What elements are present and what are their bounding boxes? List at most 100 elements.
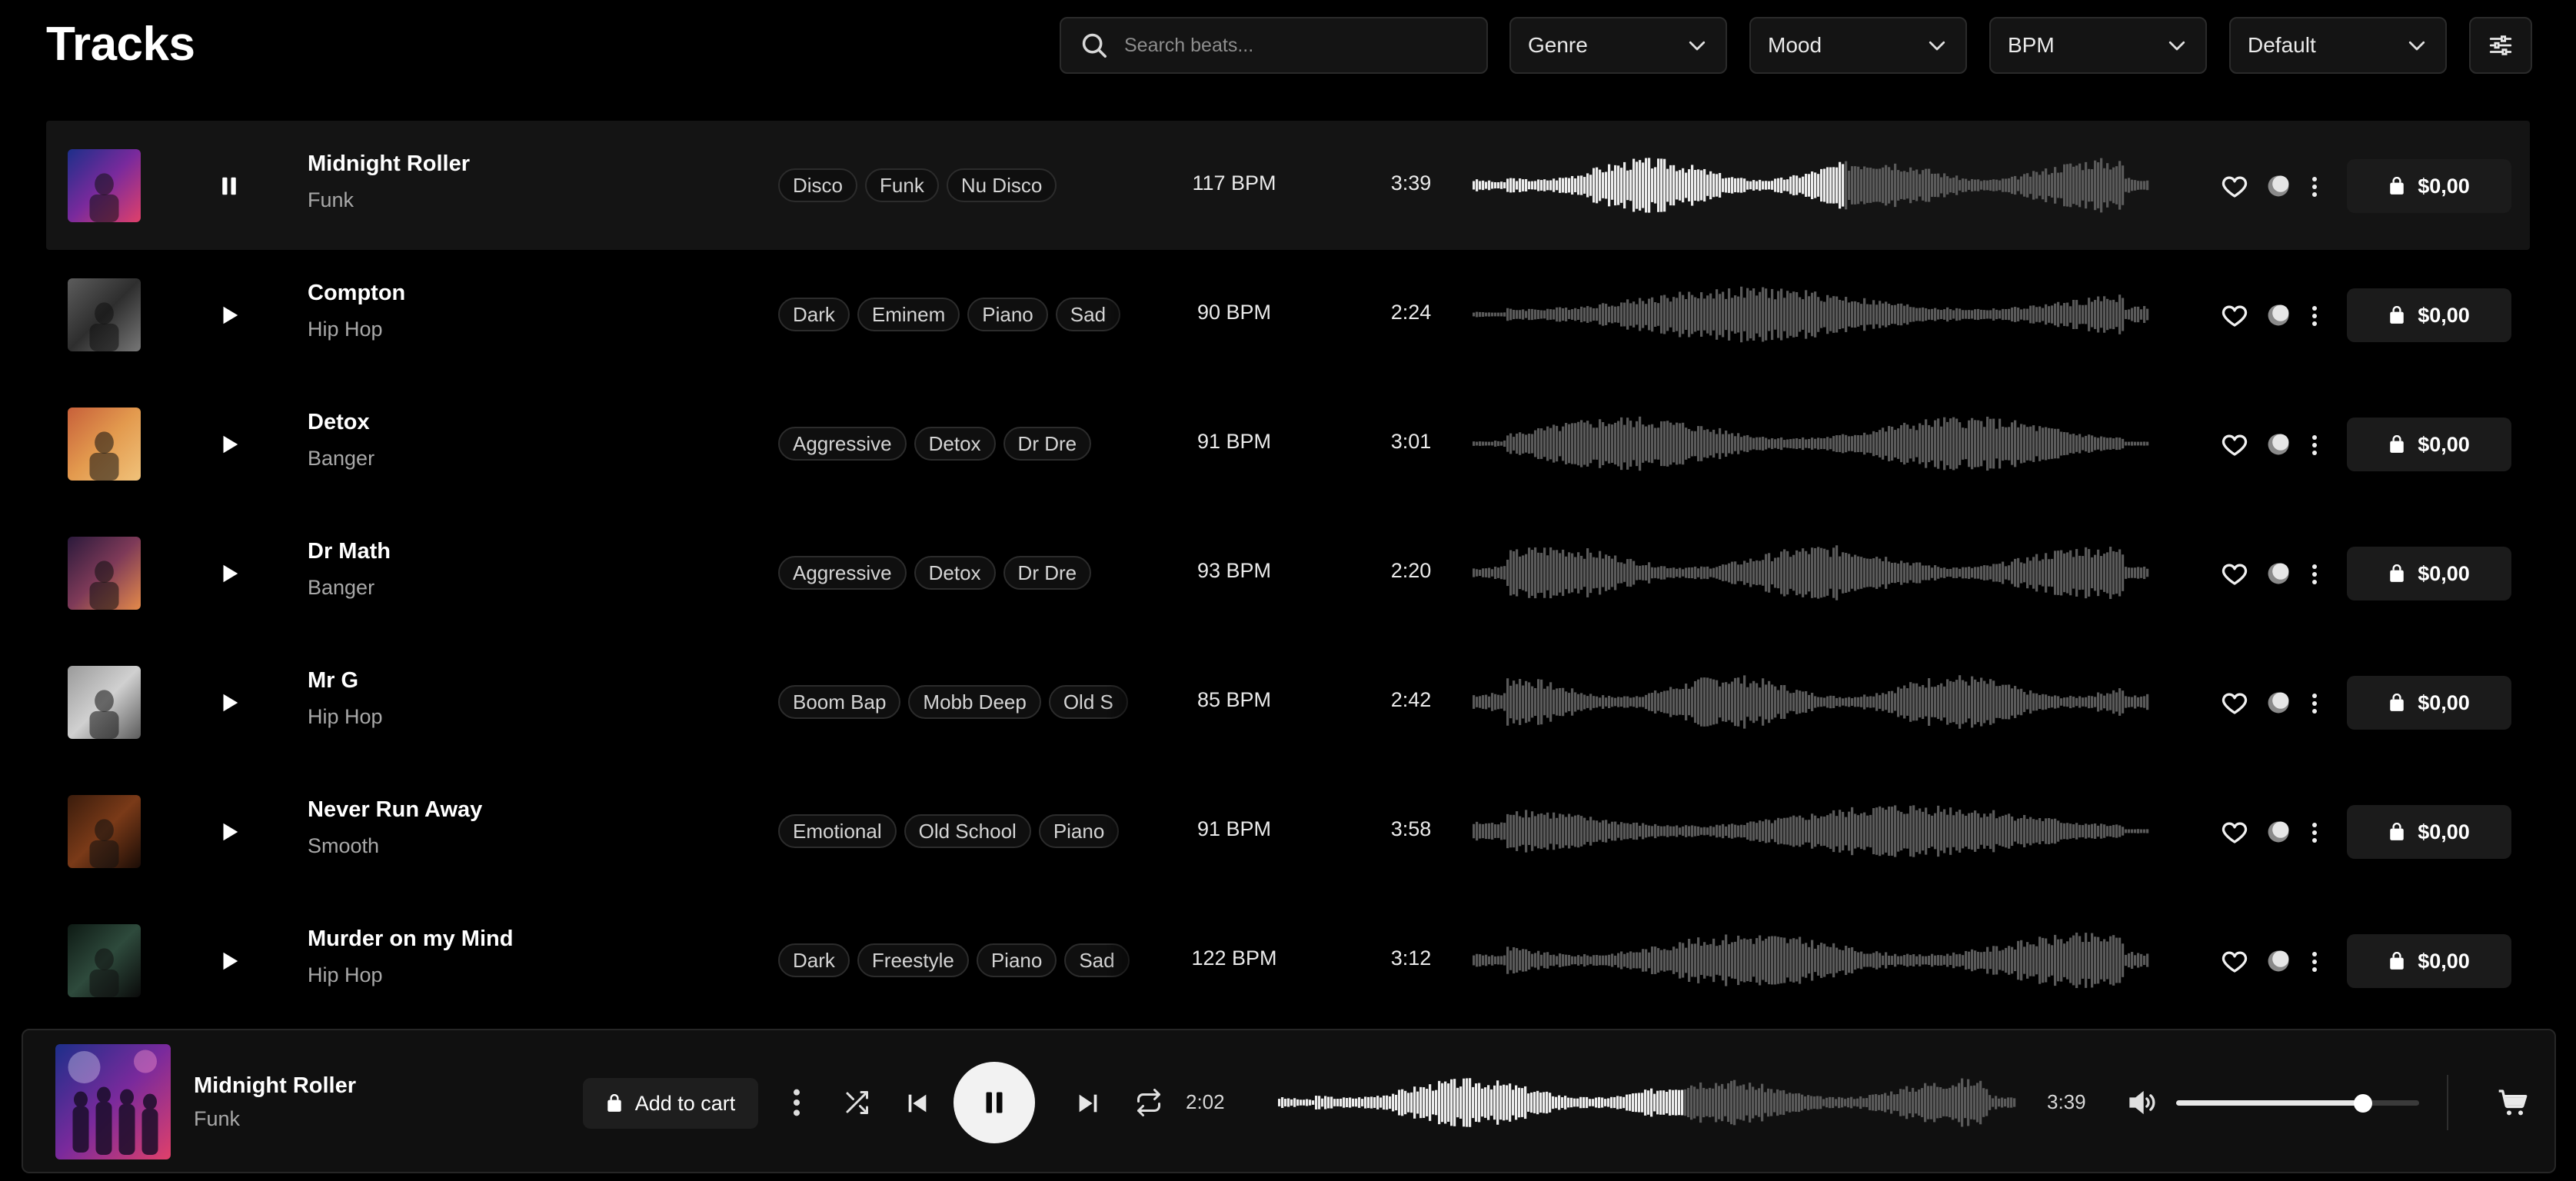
tag[interactable]: Old School — [904, 814, 1031, 848]
tag[interactable]: Mobb Deep — [908, 685, 1041, 719]
tag[interactable]: Detox — [914, 427, 996, 461]
volume-slider[interactable] — [2176, 1094, 2419, 1113]
player-waveform[interactable] — [1278, 1072, 2016, 1133]
tag[interactable]: Funk — [865, 168, 939, 202]
track-title[interactable]: Murder on my Mind — [308, 927, 513, 952]
tag[interactable]: Sad — [1055, 298, 1121, 331]
tag[interactable]: Freestyle — [857, 943, 969, 977]
track-title[interactable]: Mr G — [308, 668, 358, 694]
disc-button[interactable] — [2265, 302, 2291, 328]
like-button[interactable] — [2221, 690, 2248, 717]
volume-thumb[interactable] — [2354, 1094, 2373, 1113]
track-pause-button[interactable] — [210, 167, 248, 205]
like-button[interactable] — [2221, 431, 2248, 459]
tag[interactable]: Eminem — [857, 298, 960, 331]
disc-button[interactable] — [2265, 819, 2291, 845]
shopping-bag-icon — [2390, 306, 2404, 324]
track-waveform[interactable] — [1473, 667, 2149, 737]
search-box[interactable] — [1060, 17, 1488, 74]
genre-dropdown[interactable]: Genre — [1509, 17, 1727, 74]
track-row[interactable]: Compton Hip Hop Dark Eminem Piano Sad 90 BP… — [46, 250, 2530, 379]
track-waveform[interactable] — [1473, 280, 2149, 349]
track-row[interactable]: Never Run Away Smooth Emotional Old Schoo… — [46, 767, 2530, 896]
track-play-button[interactable] — [210, 684, 248, 722]
track-more-button[interactable] — [2305, 172, 2325, 201]
disc-button[interactable] — [2265, 431, 2291, 457]
disc-button[interactable] — [2265, 173, 2291, 199]
tag[interactable]: Disco — [778, 168, 858, 202]
track-waveform[interactable] — [1473, 926, 2149, 995]
like-button[interactable] — [2221, 948, 2248, 976]
track-more-button[interactable] — [2305, 301, 2325, 331]
tag[interactable]: Aggressive — [778, 556, 907, 590]
track-play-button[interactable] — [210, 296, 248, 334]
mood-dropdown[interactable]: Mood — [1749, 17, 1967, 74]
buy-button[interactable]: $0,00 — [2347, 159, 2511, 213]
tag[interactable]: Aggressive — [778, 427, 907, 461]
track-waveform[interactable] — [1473, 409, 2149, 478]
track-more-button[interactable] — [2305, 947, 2325, 976]
shuffle-button[interactable] — [843, 1089, 870, 1116]
tag[interactable]: Piano — [1038, 814, 1120, 848]
like-button[interactable] — [2221, 173, 2248, 201]
track-more-button[interactable] — [2305, 689, 2325, 718]
disc-button[interactable] — [2265, 561, 2291, 587]
track-play-button[interactable] — [210, 942, 248, 980]
tag[interactable]: Old S — [1048, 685, 1128, 719]
track-row[interactable]: Detox Banger Aggressive Detox Dr Dre 91 BP… — [46, 379, 2530, 508]
track-waveform[interactable] — [1473, 797, 2149, 866]
repeat-button[interactable] — [1135, 1089, 1163, 1116]
like-button[interactable] — [2221, 561, 2248, 588]
tag[interactable]: Dr Dre — [1003, 556, 1092, 590]
track-waveform[interactable] — [1473, 151, 2149, 220]
tag[interactable]: Detox — [914, 556, 996, 590]
track-row[interactable]: Midnight Roller Funk Disco Funk Nu Disco 1… — [46, 121, 2530, 250]
next-button[interactable] — [1075, 1090, 1101, 1116]
track-play-button[interactable] — [210, 425, 248, 464]
track-title[interactable]: Never Run Away — [308, 797, 482, 823]
track-row[interactable]: Dr Math Banger Aggressive Detox Dr Dre 93 … — [46, 508, 2530, 637]
tag[interactable]: Dark — [778, 298, 850, 331]
sort-dropdown[interactable]: Default — [2229, 17, 2447, 74]
add-to-cart-button[interactable]: Add to cart — [583, 1078, 758, 1129]
buy-button[interactable]: $0,00 — [2347, 676, 2511, 730]
buy-button[interactable]: $0,00 — [2347, 805, 2511, 859]
buy-button[interactable]: $0,00 — [2347, 934, 2511, 988]
tag[interactable]: Emotional — [778, 814, 897, 848]
track-play-button[interactable] — [210, 813, 248, 851]
player-more-button[interactable] — [787, 1087, 807, 1118]
track-more-button[interactable] — [2305, 818, 2325, 847]
like-button[interactable] — [2221, 302, 2248, 330]
tag[interactable]: Piano — [967, 298, 1048, 331]
volume-button[interactable] — [2127, 1087, 2158, 1118]
buy-button[interactable]: $0,00 — [2347, 547, 2511, 600]
player-track-genre: Funk — [194, 1107, 241, 1130]
like-button[interactable] — [2221, 819, 2248, 847]
disc-button[interactable] — [2265, 948, 2291, 974]
main-pause-button[interactable] — [954, 1062, 1035, 1143]
track-title[interactable]: Midnight Roller — [308, 151, 470, 177]
buy-button[interactable]: $0,00 — [2347, 418, 2511, 471]
track-more-button[interactable] — [2305, 431, 2325, 460]
buy-button[interactable]: $0,00 — [2347, 288, 2511, 342]
tag[interactable]: Dr Dre — [1003, 427, 1092, 461]
search-input[interactable] — [1124, 34, 1463, 57]
track-title[interactable]: Dr Math — [308, 539, 391, 564]
bpm-dropdown[interactable]: BPM — [1989, 17, 2207, 74]
filter-settings-button[interactable] — [2469, 17, 2532, 74]
previous-button[interactable] — [904, 1090, 930, 1116]
track-row[interactable]: Mr G Hip Hop Boom Bap Mobb Deep Old S 85 B… — [46, 637, 2530, 767]
track-play-button[interactable] — [210, 554, 248, 593]
track-waveform[interactable] — [1473, 538, 2149, 607]
tag[interactable]: Piano — [976, 943, 1057, 977]
disc-button[interactable] — [2265, 690, 2291, 716]
cart-button[interactable] — [2498, 1087, 2528, 1118]
track-row[interactable]: Murder on my Mind Hip Hop Dark Freestyle P… — [46, 896, 2530, 1025]
tag[interactable]: Sad — [1064, 943, 1130, 977]
track-title[interactable]: Compton — [308, 281, 405, 306]
tag[interactable]: Boom Bap — [778, 685, 901, 719]
track-title[interactable]: Detox — [308, 410, 370, 435]
track-more-button[interactable] — [2305, 560, 2325, 589]
tag[interactable]: Nu Disco — [946, 168, 1057, 202]
tag[interactable]: Dark — [778, 943, 850, 977]
